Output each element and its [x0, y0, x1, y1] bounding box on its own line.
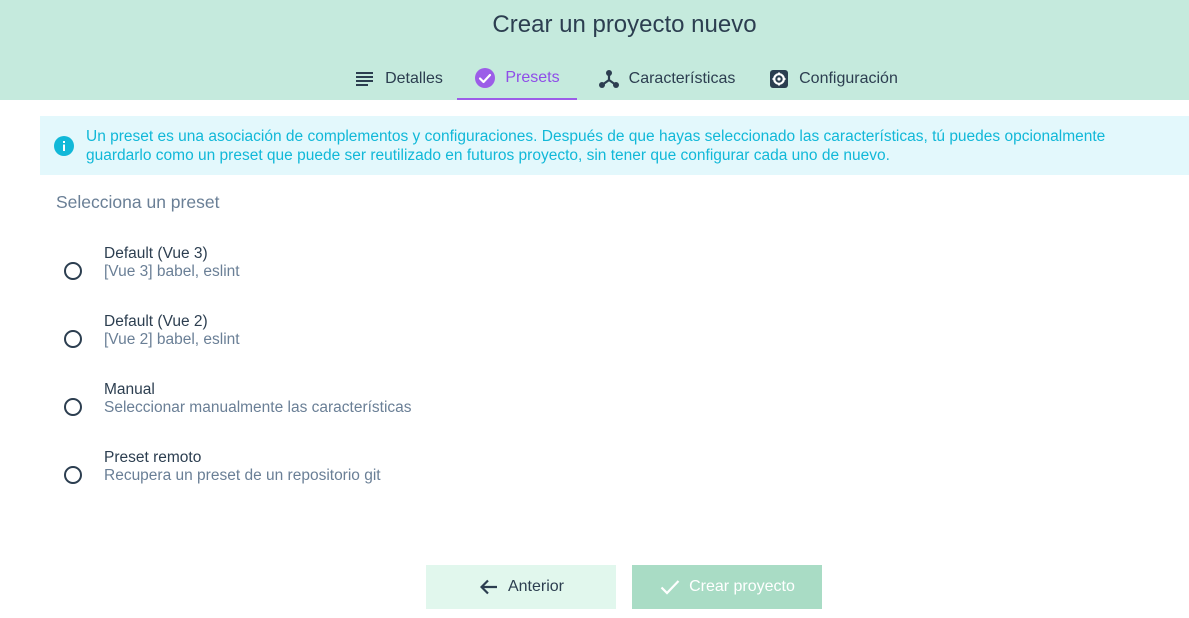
preset-option-name: Preset remoto [104, 449, 202, 466]
preset-option-remote[interactable]: Preset remoto Recupera un preset de un r… [56, 449, 656, 501]
create-project-button-label: Crear proyecto [689, 578, 795, 595]
page-title: Crear un proyecto nuevo [492, 11, 757, 38]
tab-caracteristicas-label: Características [628, 70, 736, 87]
check-icon [659, 576, 681, 598]
tab-presets[interactable]: Presets [457, 58, 577, 100]
previous-button[interactable]: Anterior [426, 565, 616, 609]
arrow-left-icon [478, 576, 500, 598]
preset-option-manual[interactable]: Manual Seleccionar manualmente las carac… [56, 381, 656, 433]
info-banner: Un preset es una asociación de complemen… [40, 116, 1189, 175]
radio-button[interactable] [64, 330, 82, 348]
info-icon [54, 136, 74, 156]
preset-option-name: Manual [104, 381, 155, 398]
hub-icon [598, 68, 620, 90]
tab-detalles-label: Detalles [385, 70, 443, 87]
tab-configuracion[interactable]: Configuración [758, 58, 908, 100]
preset-option-default-vue3[interactable]: Default (Vue 3) [Vue 3] babel, eslint [56, 245, 656, 297]
preset-option-name: Default (Vue 2) [104, 313, 208, 330]
preset-option-description: [Vue 3] babel, eslint [104, 263, 240, 280]
info-text-line-1: Un preset es una asociación de complemen… [86, 128, 1106, 145]
tab-presets-label: Presets [505, 69, 560, 86]
preset-option-name: Default (Vue 3) [104, 245, 208, 262]
info-text-line-2: guardarlo como un preset que puede ser r… [86, 147, 890, 164]
previous-button-label: Anterior [507, 578, 565, 595]
tab-detalles[interactable]: Detalles [340, 58, 457, 100]
preset-option-default-vue2[interactable]: Default (Vue 2) [Vue 2] babel, eslint [56, 313, 656, 365]
preset-option-description: Recupera un preset de un repositorio git [104, 467, 381, 484]
tab-configuracion-label: Configuración [799, 70, 898, 87]
radio-button[interactable] [64, 466, 82, 484]
create-project-button[interactable]: Crear proyecto [632, 565, 822, 609]
info-text: Un preset es una asociación de complemen… [86, 127, 1181, 165]
gear-icon [768, 68, 790, 90]
preset-option-description: [Vue 2] babel, eslint [104, 331, 240, 348]
check-circle-icon [474, 67, 496, 89]
header: Crear un proyecto nuevo Detalles Presets [0, 0, 1189, 100]
radio-button[interactable] [64, 398, 82, 416]
preset-section-title: Selecciona un preset [56, 192, 220, 212]
tab-caracteristicas[interactable]: Características [585, 58, 748, 100]
list-icon [354, 68, 376, 90]
preset-option-description: Seleccionar manualmente las característi… [104, 399, 412, 416]
radio-button[interactable] [64, 262, 82, 280]
